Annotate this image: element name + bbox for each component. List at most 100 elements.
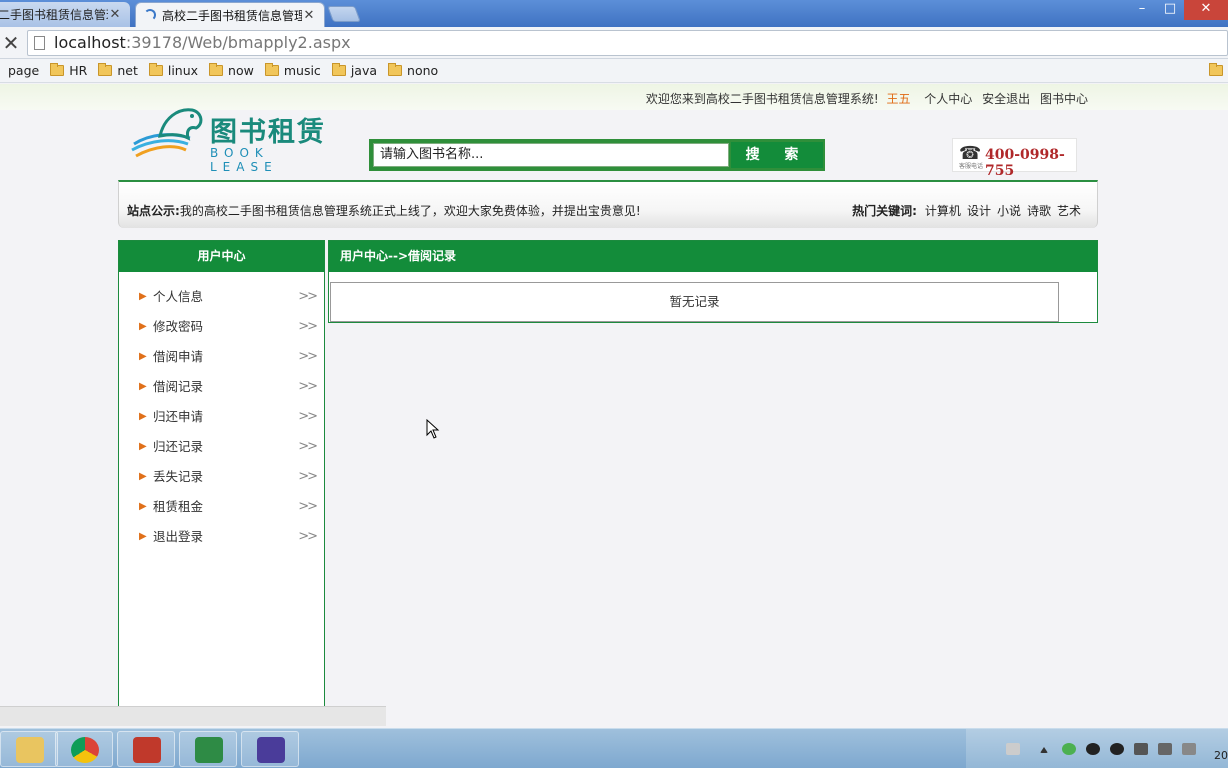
- keyboard-icon[interactable]: [1006, 743, 1020, 755]
- sidebar-item-return-records[interactable]: ▶ 归还记录 >>: [119, 432, 324, 462]
- link-personal-center[interactable]: 个人中心: [924, 92, 972, 106]
- maximize-icon[interactable]: □: [1156, 0, 1184, 20]
- qq-icon[interactable]: [1110, 743, 1124, 755]
- taskbar-toolbox[interactable]: [117, 731, 175, 767]
- bookmark-hr[interactable]: HR: [50, 63, 87, 78]
- arrow-bullet-icon: ▶: [139, 501, 147, 512]
- arrow-bullet-icon: ▶: [139, 441, 147, 452]
- double-chevron-icon: >>: [298, 499, 318, 514]
- taskbar-excel[interactable]: [179, 731, 237, 767]
- taskbar-visual-studio[interactable]: [241, 731, 299, 767]
- bookmark-music[interactable]: music: [264, 63, 321, 78]
- taskbar-explorer[interactable]: [0, 731, 58, 767]
- sidebar-item-rental-fee[interactable]: ▶ 租赁租金 >>: [119, 492, 324, 522]
- system-tray: 20: [966, 729, 1228, 768]
- bookmark-linux[interactable]: linux: [148, 63, 198, 78]
- sidebar-item-logout[interactable]: ▶ 退出登录 >>: [119, 522, 324, 552]
- empty-records-message: 暂无记录: [330, 282, 1059, 322]
- folder-icon: [331, 63, 346, 76]
- notice-content: 我的高校二手图书租赁信息管理系统正式上线了，欢迎大家免费体验，并提出宝贵意见!: [179, 204, 641, 218]
- browser-tab-2[interactable]: 高校二手图书租赁信息管理 ✕: [135, 2, 325, 27]
- sidebar-item-borrow-apply[interactable]: ▶ 借阅申请 >>: [119, 342, 324, 372]
- url-text: localhost:39178/Web/bmapply2.aspx: [54, 33, 351, 52]
- folder-icon: [98, 63, 113, 76]
- close-tab-icon[interactable]: ✕: [302, 8, 316, 23]
- bookmark-page[interactable]: page: [8, 63, 39, 78]
- arrow-bullet-icon: ▶: [139, 381, 147, 392]
- sidebar-item-change-password[interactable]: ▶ 修改密码 >>: [119, 312, 324, 342]
- web-page: 欢迎您来到高校二手图书租赁信息管理系统! 王五 个人中心 安全退出 图书中心 图…: [0, 84, 1228, 706]
- hotline-number: 400-0998-755: [985, 147, 1065, 179]
- sidebar-title: 用户中心: [119, 241, 324, 272]
- sidebar-item-personal-info[interactable]: ▶ 个人信息 >>: [119, 282, 324, 312]
- visual-studio-icon: [257, 737, 285, 763]
- link-safe-logout[interactable]: 安全退出: [982, 92, 1030, 106]
- keyword-link[interactable]: 设计: [967, 204, 991, 218]
- loading-spinner-icon: [144, 9, 156, 21]
- notice-bar: 站点公示:我的高校二手图书租赁信息管理系统正式上线了，欢迎大家免费体验，并提出宝…: [118, 180, 1098, 228]
- toolbox-icon: [133, 737, 161, 763]
- arrow-bullet-icon: ▶: [139, 411, 147, 422]
- new-tab-button[interactable]: [327, 6, 361, 22]
- double-chevron-icon: >>: [298, 289, 318, 304]
- window-controls: – □ ✕: [1128, 0, 1228, 20]
- stop-loading-icon[interactable]: ✕: [0, 30, 22, 56]
- horizontal-scrollbar[interactable]: [0, 706, 386, 726]
- sidebar-menu: ▶ 个人信息 >> ▶ 修改密码 >> ▶ 借阅申请 >> ▶ 借阅记录 >> ▶ 归还申请 >> …: [119, 272, 324, 552]
- qq-icon[interactable]: [1086, 743, 1100, 755]
- double-chevron-icon: >>: [298, 349, 318, 364]
- main-panel: 用户中心-->借阅记录 暂无记录: [328, 240, 1098, 323]
- bookmark-now[interactable]: now: [209, 63, 254, 78]
- window-close-icon[interactable]: ✕: [1184, 0, 1228, 20]
- username[interactable]: 王五: [886, 92, 910, 106]
- double-chevron-icon: >>: [298, 319, 318, 334]
- other-bookmarks-folder-icon[interactable]: [1209, 63, 1223, 76]
- double-chevron-icon: >>: [298, 409, 318, 424]
- keyword-link[interactable]: 诗歌: [1027, 204, 1051, 218]
- chrome-icon: [71, 737, 99, 763]
- url-input[interactable]: localhost:39178/Web/bmapply2.aspx: [27, 30, 1228, 56]
- usb-device-icon[interactable]: [1134, 743, 1148, 755]
- hot-keywords-label: 热门关键词:: [852, 204, 917, 218]
- link-book-center[interactable]: 图书中心: [1040, 92, 1088, 106]
- folder-icon: [148, 63, 163, 76]
- excel-icon: [195, 737, 223, 763]
- bookmark-net[interactable]: net: [98, 63, 138, 78]
- browser-tab-1[interactable]: 二手图书租赁信息管理 ✕: [0, 2, 130, 27]
- clock[interactable]: 20: [1214, 749, 1228, 762]
- close-tab-icon[interactable]: ✕: [108, 7, 122, 22]
- arrow-bullet-icon: ▶: [139, 321, 147, 332]
- bookmark-nono[interactable]: nono: [388, 63, 438, 78]
- wechat-icon[interactable]: [1062, 743, 1076, 755]
- network-icon[interactable]: [1158, 743, 1172, 755]
- folder-icon: [50, 63, 65, 76]
- minimize-icon[interactable]: –: [1128, 0, 1156, 20]
- keyword-link[interactable]: 艺术: [1057, 204, 1081, 218]
- arrow-bullet-icon: ▶: [139, 471, 147, 482]
- double-chevron-icon: >>: [298, 379, 318, 394]
- bookmark-java[interactable]: java: [331, 63, 377, 78]
- logo-subtitle: BOOK LEASE: [210, 146, 278, 174]
- os-taskbar: 20: [0, 728, 1228, 768]
- address-bar: ✕ localhost:39178/Web/bmapply2.aspx: [0, 27, 1228, 59]
- taskbar-chrome[interactable]: [55, 731, 113, 767]
- notice-label: 站点公示:: [127, 204, 180, 218]
- sidebar-item-lost-records[interactable]: ▶ 丢失记录 >>: [119, 462, 324, 492]
- folder-icon: [209, 63, 224, 76]
- hot-keywords: 热门关键词: 计算机 设计 小说 诗歌 艺术: [852, 202, 1081, 219]
- arrow-bullet-icon: ▶: [139, 291, 147, 302]
- search-input[interactable]: 请输入图书名称...: [373, 143, 729, 167]
- keyword-link[interactable]: 计算机: [925, 204, 961, 218]
- browser-tab-strip: 二手图书租赁信息管理 ✕ 高校二手图书租赁信息管理 ✕ – □ ✕: [0, 0, 1228, 27]
- bookmarks-bar: page HR net linux now music java nono: [0, 59, 1228, 83]
- tab-title: 高校二手图书租赁信息管理: [162, 8, 302, 23]
- volume-muted-icon[interactable]: [1182, 743, 1196, 755]
- site-logo[interactable]: 图书租赁 BOOK LEASE: [130, 104, 335, 174]
- sidebar-item-borrow-records[interactable]: ▶ 借阅记录 >>: [119, 372, 324, 402]
- tray-expand-icon[interactable]: [1040, 747, 1048, 753]
- folder-icon: [16, 737, 44, 763]
- folder-icon: [388, 63, 403, 76]
- sidebar-item-return-apply[interactable]: ▶ 归还申请 >>: [119, 402, 324, 432]
- keyword-link[interactable]: 小说: [997, 204, 1021, 218]
- search-button[interactable]: 搜 索: [731, 142, 823, 168]
